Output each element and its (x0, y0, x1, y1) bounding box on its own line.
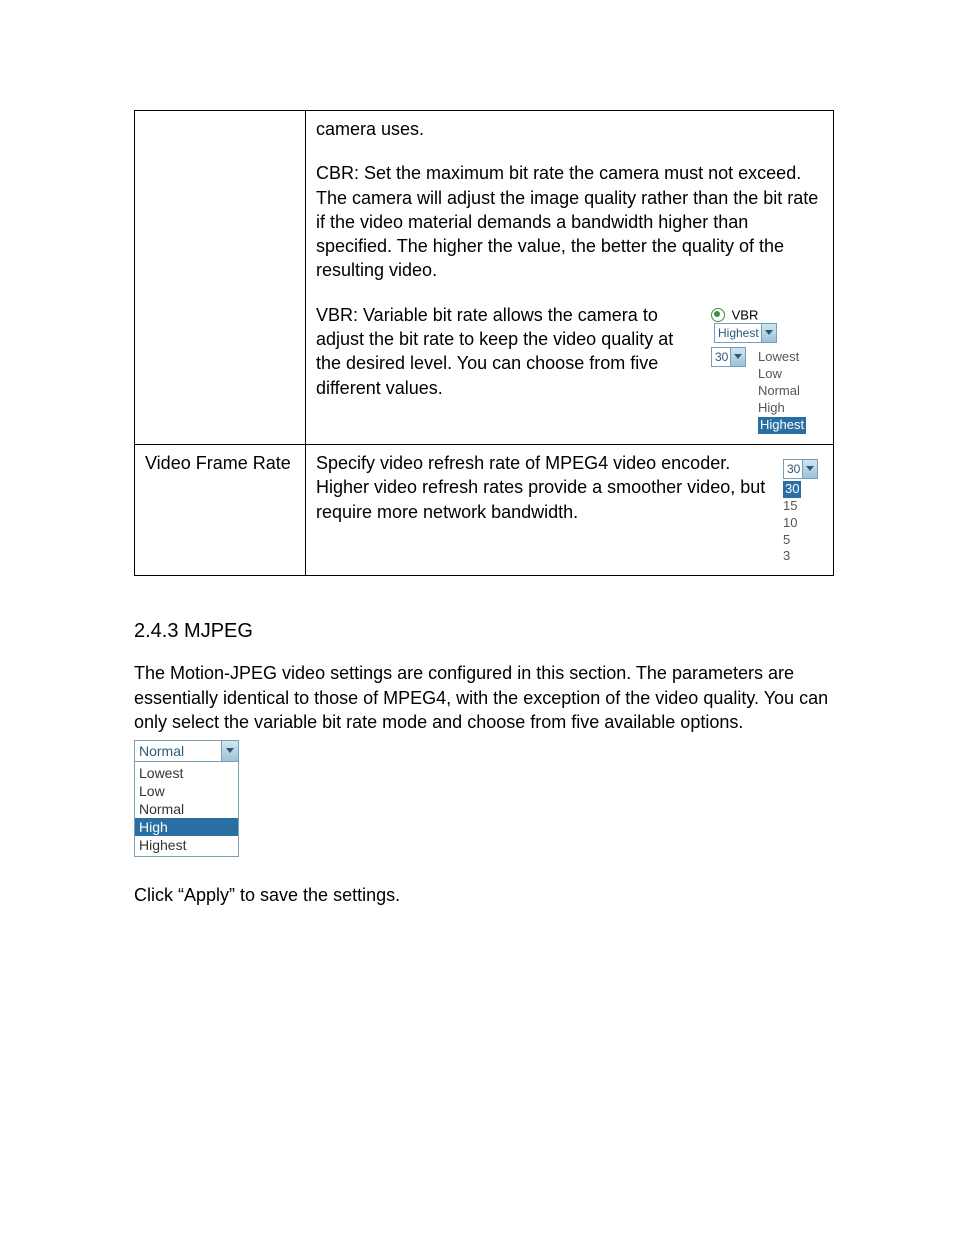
vbr-radio[interactable] (711, 308, 725, 322)
document-page: camera uses. CBR: Set the maximum bit ra… (0, 0, 954, 908)
vbr-options-list: Lowest Low Normal High Highest (758, 349, 806, 433)
cbr-description: CBR: Set the maximum bit rate the camera… (316, 161, 823, 282)
dropdown-arrow-icon (802, 460, 817, 478)
vbr-description: VBR: Variable bit rate allows the camera… (316, 303, 701, 434)
framerate-label: Video Frame Rate (135, 444, 306, 575)
mjpeg-description: The Motion-JPEG video settings are confi… (134, 661, 834, 734)
vbr-radio-label: VBR (732, 307, 759, 322)
dropdown-arrow-icon (761, 324, 776, 342)
dropdown-arrow-icon (730, 348, 745, 366)
framerate-control: 30 30 15 10 5 3 (783, 451, 823, 565)
table-row-bitrate: camera uses. CBR: Set the maximum bit ra… (135, 111, 834, 445)
settings-table: camera uses. CBR: Set the maximum bit ra… (134, 110, 834, 576)
framerate-description-cell: Specify video refresh rate of MPEG4 vide… (306, 444, 834, 575)
mjpeg-quality-select[interactable]: Normal Lowest Low Normal High Highest (134, 740, 239, 857)
framerate-select[interactable]: 30 (783, 459, 818, 479)
vbr-quality-select[interactable]: Highest (714, 323, 777, 343)
bitrate-description-cell: camera uses. CBR: Set the maximum bit ra… (306, 111, 834, 445)
apply-instruction: Click “Apply” to save the settings. (134, 883, 834, 907)
mjpeg-quality-options: Lowest Low Normal High Highest (135, 762, 238, 856)
vbr-control-panel: VBR Highest 30 (711, 303, 823, 434)
section-heading-mjpeg: 2.4.3 MJPEG (134, 620, 834, 643)
framerate-options-list: 30 15 10 5 3 (783, 481, 823, 565)
table-row-framerate: Video Frame Rate Specify video refresh r… (135, 444, 834, 575)
dropdown-arrow-icon (221, 741, 238, 761)
bitrate-label-cell (135, 111, 306, 445)
framerate-description: Specify video refresh rate of MPEG4 vide… (316, 451, 773, 565)
bitrate-intro: camera uses. (316, 117, 823, 141)
vbr-fps-select[interactable]: 30 (711, 347, 746, 367)
